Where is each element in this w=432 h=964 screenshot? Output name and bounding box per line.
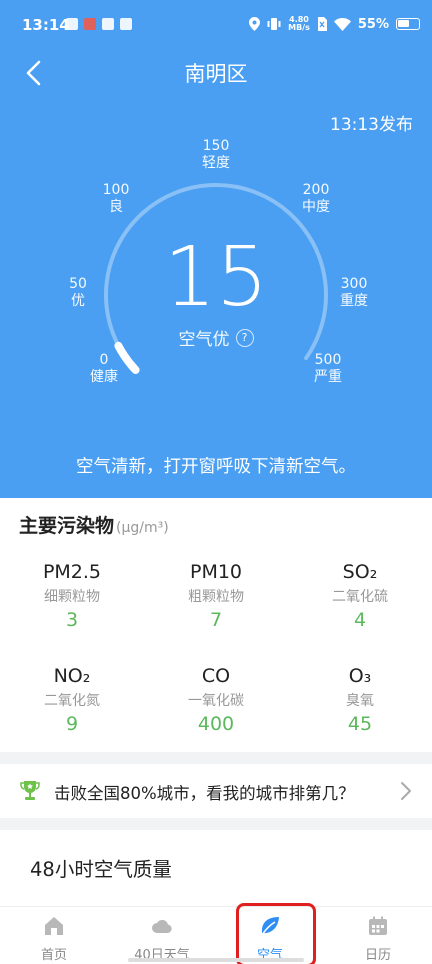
pollutant-value: 4 — [353, 609, 367, 631]
help-icon[interactable]: ? — [235, 328, 254, 347]
pollutant-value: 9 — [65, 713, 79, 735]
pollutant-cn-name: 一氧化碳 — [188, 693, 244, 709]
pollutant-name: PM10 — [189, 561, 243, 583]
battery-icon — [396, 18, 420, 30]
app-notification-icon — [120, 18, 132, 30]
pollutant-o3[interactable]: O₃ 臭氧 45 — [300, 665, 420, 735]
pollutant-name: PM2.5 — [42, 561, 102, 583]
health-advice: 空气清新，打开窗呼吸下清新空气。 — [76, 457, 356, 477]
gauge-tick-level: 良 — [109, 199, 123, 215]
gauge-tick-label: 200 中度 — [286, 182, 346, 216]
gauge-tick-label: 150 轻度 — [186, 138, 246, 172]
vibrate-icon — [267, 18, 281, 30]
status-right: 4.80 MB/s 55% — [249, 16, 420, 32]
quality-label: 空气优 — [178, 330, 230, 350]
tab-highlight-box — [236, 903, 316, 964]
status-time: 13:14 — [22, 16, 70, 34]
location-icon — [249, 17, 261, 31]
tab-label: 首页 — [40, 948, 67, 963]
pollutant-name: CO — [201, 665, 231, 687]
aqi-hero: 13:14 4.80 MB/s 55% 南明区 13:13发布 0 健康 50 优 10… — [0, 0, 432, 498]
gauge-tick-value: 100 — [102, 182, 130, 198]
calendar-icon — [369, 916, 387, 935]
gauge-tick-level: 严重 — [314, 369, 342, 385]
hourly-title: 48小时空气质量 — [30, 858, 172, 881]
pollutant-pm25[interactable]: PM2.5 细颗粒物 3 — [12, 561, 132, 631]
pollutant-co[interactable]: CO 一氧化碳 400 — [156, 665, 276, 735]
aqi-value: 15 — [163, 230, 269, 325]
ranking-text: 击败全国80%城市，看我的城市排第几？ — [54, 784, 355, 803]
gauge-tick-value: 500 — [314, 352, 342, 368]
gauge-tick-level: 轻度 — [202, 155, 230, 171]
pollutant-value: 45 — [347, 713, 373, 735]
hourly-air-quality-card: 48小时空气质量 — [0, 830, 432, 910]
gauge-tick-value: 0 — [99, 352, 109, 368]
app-notification-icon — [84, 18, 96, 30]
gauge-tick-label: 100 良 — [86, 182, 146, 216]
pollutant-value: 7 — [209, 609, 223, 631]
trophy-icon — [20, 781, 40, 800]
tab-home[interactable]: 首页 — [0, 907, 108, 964]
page-title: 南明区 — [184, 62, 248, 86]
pollutant-name: O₃ — [348, 665, 372, 687]
pollutant-cn-name: 细颗粒物 — [44, 589, 100, 605]
tab-40day[interactable]: 40日天气 — [108, 907, 216, 964]
pollutants-title: 主要污染物 (μg/m³) — [19, 511, 169, 538]
pollutant-value: 400 — [197, 713, 235, 735]
pollutant-cn-name: 粗颗粒物 — [188, 589, 244, 605]
pollutant-name: NO₂ — [53, 665, 91, 687]
pollutant-cn-name: 臭氧 — [346, 693, 374, 709]
tab-calendar[interactable]: 日历 — [324, 907, 432, 964]
wifi-icon — [333, 17, 351, 31]
gauge-tick-level: 健康 — [90, 369, 118, 385]
pollutant-cn-name: 二氧化硫 — [332, 589, 388, 605]
home-icon — [45, 917, 63, 935]
status-bar: 13:14 4.80 MB/s 55% — [0, 0, 432, 52]
city-ranking-banner[interactable]: 击败全国80%城市，看我的城市排第几？ — [0, 764, 432, 818]
gauge-tick-value: 200 — [302, 182, 330, 198]
air-quality-level[interactable]: 空气优 ? — [0, 325, 432, 350]
pollutants-unit: (μg/m³) — [116, 520, 169, 536]
app-notification-icon — [102, 18, 114, 30]
chevron-right-icon — [401, 782, 411, 800]
sim-off-icon — [317, 17, 327, 31]
gauge-tick-value: 150 — [202, 138, 230, 154]
pollutant-pm10[interactable]: PM10 粗颗粒物 7 — [156, 561, 276, 631]
net-speed-unit: MB/s — [288, 23, 310, 32]
pollutant-so2[interactable]: SO₂ 二氧化硫 4 — [300, 561, 420, 631]
notification-icons — [66, 18, 132, 30]
bottom-tab-bar: 首页 40日天气 空气 日历 — [0, 906, 432, 964]
net-speed: 4.80 MB/s — [288, 16, 310, 32]
gauge-tick-label: 500 严重 — [298, 352, 358, 386]
battery-percent: 55% — [357, 16, 389, 32]
pollutants-heading: 主要污染物 — [19, 515, 115, 537]
pollutant-cn-name: 二氧化氮 — [44, 693, 100, 709]
tab-label: 日历 — [364, 948, 391, 963]
pollutant-no2[interactable]: NO₂ 二氧化氮 9 — [12, 665, 132, 735]
gauge-tick-label: 0 健康 — [74, 352, 134, 386]
pollutant-value: 3 — [65, 609, 79, 631]
gauge-tick-level: 中度 — [302, 199, 330, 215]
pollutant-name: SO₂ — [342, 561, 378, 583]
cloud-icon — [152, 920, 172, 933]
home-indicator[interactable] — [128, 958, 304, 962]
app-notification-icon — [66, 18, 78, 30]
